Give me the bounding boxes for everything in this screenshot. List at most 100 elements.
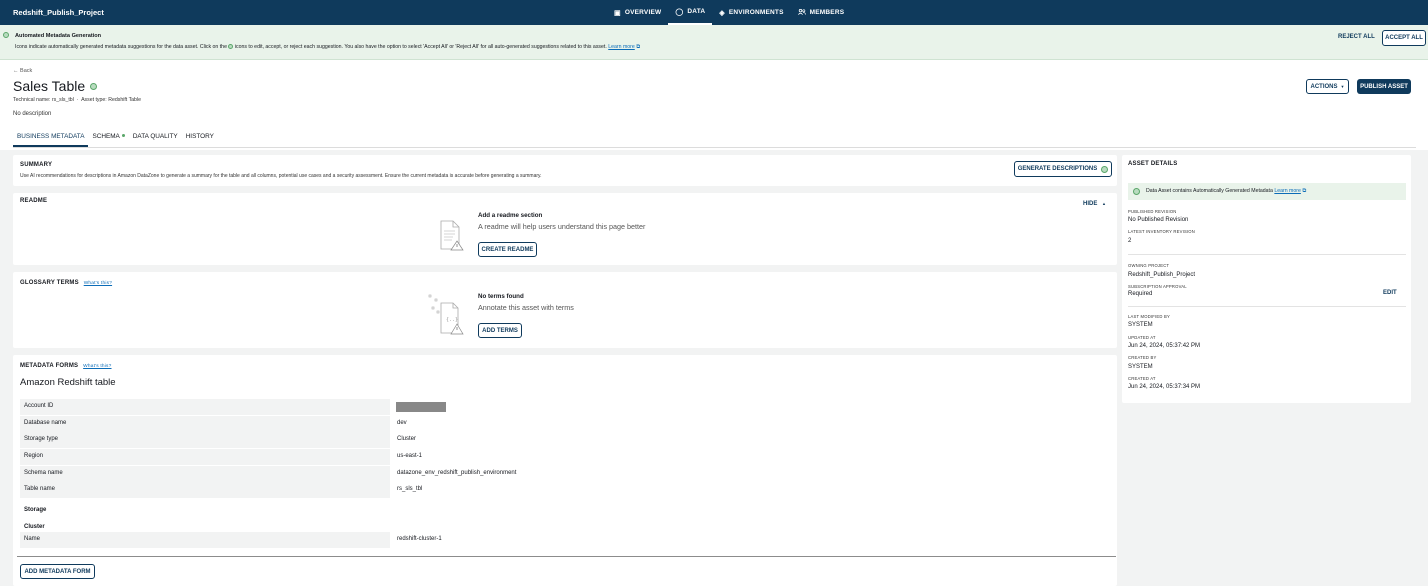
tabs-divider (13, 147, 1416, 148)
technical-name: rs_sls_tbl (51, 97, 74, 103)
glossary-title-label: GLOSSARY TERMS (20, 280, 79, 286)
nav-links: ▣ OVERVIEW ◯ DATA ◈ ENVIRONMENTS MEMBERS (607, 0, 851, 25)
field-value: Cluster (397, 436, 417, 442)
field-value: datazone_env_redshift_publish_environmen… (397, 470, 517, 476)
summary-panel (13, 155, 1117, 186)
ai-suggestion-icon (228, 44, 234, 49)
accept-all-button[interactable]: ACCEPT ALL (1382, 30, 1426, 46)
environments-icon: ◈ (719, 9, 725, 17)
add-metadata-form-button[interactable]: ADD METADATA FORM (20, 564, 95, 579)
glossary-whats-this-link[interactable]: What's this? (84, 281, 112, 286)
svg-text:{..}: {..} (446, 317, 458, 323)
table-row: Database name dev (20, 416, 1116, 432)
tab-schema[interactable]: SCHEMA (88, 131, 128, 147)
asset-type: Redshift Table (108, 97, 141, 103)
note-learn-more-link[interactable]: Learn more (1274, 188, 1301, 194)
asset-tabs: BUSINESS METADATA SCHEMA DATA QUALITY HI… (13, 131, 218, 147)
banner-text: Icons indicate automatically generated m… (15, 44, 640, 51)
details-divider (1128, 306, 1406, 307)
tab-history[interactable]: HISTORY (182, 131, 218, 147)
nav-members-label: MEMBERS (809, 9, 845, 16)
created-at-label: CREATED AT (1128, 376, 1156, 381)
field-key: Region (20, 449, 390, 465)
generate-descriptions-label: GENERATE DESCRIPTIONS (1017, 166, 1098, 172)
nav-environments-label: ENVIRONMENTS (728, 9, 784, 16)
hide-readme-label: HIDE (1083, 201, 1098, 207)
tab-data-quality[interactable]: DATA QUALITY (129, 131, 182, 147)
subscription-approval-value: Required (1128, 291, 1153, 297)
table-row: Storage type Cluster (20, 432, 1116, 448)
ai-suggestion-icon (3, 32, 9, 38)
actions-button[interactable]: ACTIONS ▼ (1306, 79, 1349, 94)
table-row: Account ID (20, 399, 1116, 415)
ai-suggestion-icon (1133, 188, 1140, 195)
banner-learn-more-link[interactable]: Learn more (608, 44, 635, 50)
banner-text-after: icons to edit, accept, or reject each su… (234, 44, 607, 50)
technical-name-label: Technical name: (13, 97, 51, 103)
metadata-generation-banner: Automated Metadata Generation Icons indi… (0, 25, 1428, 60)
banner-title: Automated Metadata Generation (15, 33, 102, 39)
cluster-heading: Cluster (24, 524, 45, 530)
published-revision-label: PUBLISHED REVISION (1128, 209, 1177, 214)
hide-readme-button[interactable]: HIDE ▲ (1083, 201, 1106, 207)
glossary-terms-icon: {..} (428, 294, 464, 335)
published-revision-value: No Published Revision (1128, 217, 1189, 223)
field-key: Storage type (20, 432, 390, 448)
latest-inventory-value: 2 (1128, 238, 1132, 244)
created-at-value: Jun 24, 2024, 05:37:34 PM (1128, 384, 1201, 390)
table-row: Table name rs_sls_tbl (20, 482, 1116, 498)
metadata-forms-title-label: METADATA FORMS (20, 363, 79, 369)
subscription-approval-label: SUBSCRIPTION APPROVAL (1128, 284, 1187, 289)
create-readme-button[interactable]: CREATE README (478, 242, 537, 257)
nav-overview[interactable]: ▣ OVERVIEW (607, 0, 668, 25)
ai-sparkle-icon (1101, 165, 1109, 173)
top-nav: Redshift_Publish_Project ▣ OVERVIEW ◯ DA… (0, 0, 1428, 25)
ai-suggestion-icon[interactable] (90, 83, 97, 90)
publish-asset-button[interactable]: PUBLISH ASSET (1357, 79, 1411, 94)
table-row: Schema name datazone_env_redshift_publis… (20, 466, 1116, 482)
form-title: Amazon Redshift table (20, 377, 116, 388)
redacted-value (396, 402, 446, 412)
form-divider (17, 556, 1116, 557)
field-key: Name (20, 532, 390, 548)
summary-text: Use AI recommendations for descriptions … (20, 173, 542, 179)
table-row: Region us-east-1 (20, 449, 1116, 465)
nav-data-label: DATA (687, 8, 706, 15)
external-link-icon: ⧉ (636, 44, 641, 50)
asset-description: No description (13, 111, 52, 117)
note-text: Data Asset contains Automatically Genera… (1146, 188, 1273, 194)
readme-empty-title: Add a readme section (478, 212, 543, 219)
details-divider (1128, 254, 1406, 255)
created-by-value: SYSTEM (1128, 364, 1153, 370)
tab-business-metadata[interactable]: BUSINESS METADATA (13, 131, 89, 147)
nav-environments[interactable]: ◈ ENVIRONMENTS (712, 0, 790, 25)
data-icon: ◯ (675, 8, 684, 16)
tab-schema-label: SCHEMA (92, 133, 120, 140)
summary-title: SUMMARY (20, 162, 53, 168)
nav-data[interactable]: ◯ DATA (668, 0, 713, 25)
ai-suggestion-icon (121, 134, 125, 137)
edit-subscription-button[interactable]: EDIT (1383, 290, 1397, 296)
auto-metadata-note: Data Asset contains Automatically Genera… (1128, 183, 1406, 200)
updated-at-value: Jun 24, 2024, 05:37:42 PM (1128, 343, 1201, 349)
readme-empty-subtitle: A readme will help users understand this… (478, 222, 646, 231)
add-terms-button[interactable]: ADD TERMS (478, 323, 522, 338)
latest-inventory-label: LATEST INVENTORY REVISION (1128, 229, 1195, 234)
asset-details-title: ASSET DETAILS (1128, 161, 1178, 167)
glossary-empty-title: No terms found (478, 293, 524, 300)
external-link-icon: ⧉ (1302, 188, 1307, 194)
glossary-title: GLOSSARY TERMS What's this? (20, 280, 112, 286)
created-by-label: CREATED BY (1128, 355, 1157, 360)
field-value: us-east-1 (397, 453, 423, 459)
project-name[interactable]: Redshift_Publish_Project (13, 8, 104, 17)
field-key: Schema name (20, 466, 390, 482)
nav-members[interactable]: MEMBERS (791, 0, 852, 25)
back-link[interactable]: ← Back (13, 68, 32, 74)
page-title: Sales Table (13, 78, 86, 94)
generate-descriptions-button[interactable]: GENERATE DESCRIPTIONS (1014, 161, 1112, 177)
reject-all-button[interactable]: REJECT ALL (1338, 34, 1375, 40)
field-value: redshift-cluster-1 (397, 536, 442, 542)
readme-title: README (20, 198, 48, 204)
technical-info: Technical name: rs_sls_tbl · Asset type:… (13, 97, 141, 103)
metadata-forms-whats-this-link[interactable]: What's this? (83, 364, 111, 369)
